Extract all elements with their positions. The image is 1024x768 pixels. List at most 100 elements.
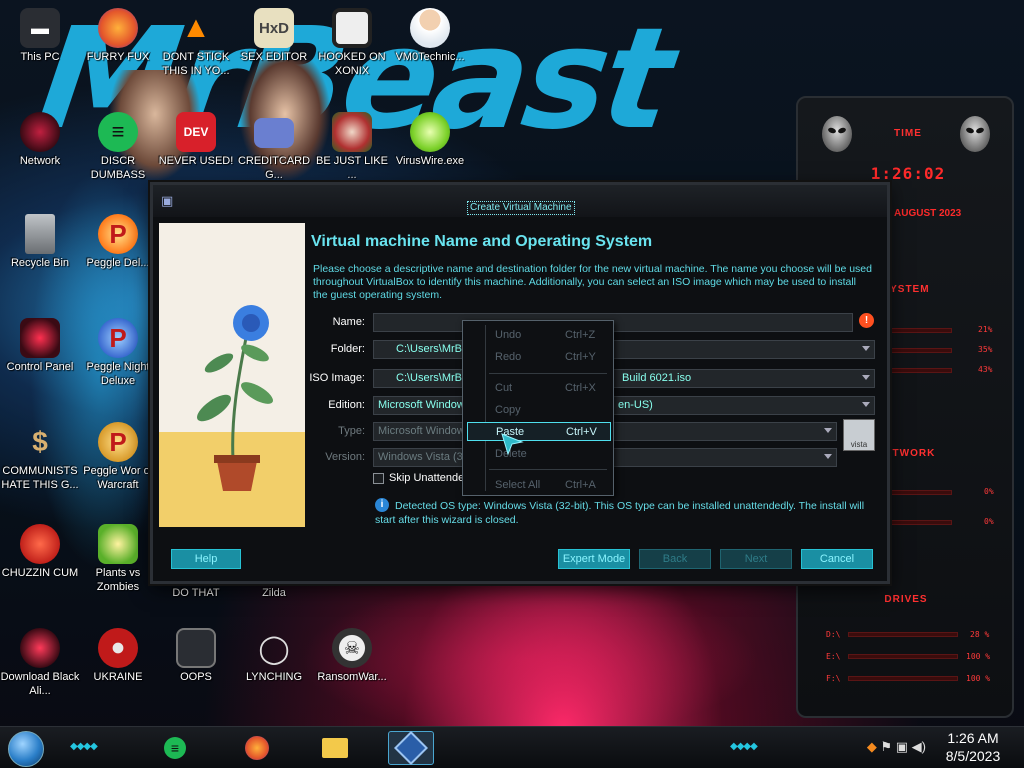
spotify-icon: ≡ <box>98 112 138 152</box>
wizard-illustration <box>159 223 305 527</box>
volume-icon[interactable]: ◀) <box>912 739 926 754</box>
network-tray-icon[interactable]: ▣ <box>896 739 908 754</box>
desktop-icon-ukraine[interactable]: UKRAINE <box>78 628 158 684</box>
virtualbox-icon: ▣ <box>161 193 174 208</box>
desktop-icon-recycle-bin[interactable]: Recycle Bin <box>0 214 80 270</box>
desktop-icon-ransomware[interactable]: ☠ RansomWar... <box>312 628 392 684</box>
desktop-icon-do-that[interactable]: DO THAT <box>156 586 236 600</box>
desktop-icon-peggle-nights[interactable]: P Peggle Night Deluxe <box>78 318 158 388</box>
firefox-icon <box>98 8 138 48</box>
menu-item-delete[interactable]: Delete <box>467 445 611 464</box>
version-value: Windows Vista (32- <box>378 451 473 463</box>
alien-head-icon <box>822 116 852 152</box>
type-label: Type: <box>338 425 365 437</box>
desktop-icon-vm0technic[interactable]: VM0Technic... <box>390 8 470 64</box>
next-button[interactable]: Next <box>720 549 792 569</box>
desktop-icon-viruswire[interactable]: VirusWire.exe <box>390 112 470 168</box>
taskbar-virtualbox[interactable] <box>388 731 434 765</box>
taskbar: ◆◆◆◆ ≡ ◆◆◆◆ ◆ ⚑ ▣ ◀) 1:26 AM 8/5/2023 <box>0 726 1024 768</box>
money-bag-icon: $ <box>32 426 48 457</box>
iso-combo[interactable]: C:\Users\MrBe Build 6021.iso <box>373 369 875 388</box>
desktop-icon-be-just-like[interactable]: BE JUST LIKE ... <box>312 112 392 182</box>
skip-unattended-label[interactable]: Skip Unattende <box>389 472 464 484</box>
network-icon <box>20 112 60 152</box>
desktop-icon-chuzzin[interactable]: CHUZZIN CUM <box>0 524 80 580</box>
menu-separator <box>489 373 607 374</box>
clock-time: 1:26 AM <box>947 730 999 746</box>
drive-letter-d: D:\ <box>826 630 841 639</box>
expert-mode-button[interactable]: Expert Mode <box>558 549 630 569</box>
chevron-down-icon <box>824 454 832 459</box>
peggle-icon: P <box>98 318 138 358</box>
desktop-icon-pvz[interactable]: Plants vs Zombies <box>78 524 158 594</box>
peggle-icon: P <box>98 422 138 462</box>
desktop-icon-network[interactable]: Network <box>0 112 80 168</box>
menu-item-redo[interactable]: Redo Ctrl+Y <box>467 348 611 367</box>
desktop-icon-zilda[interactable]: Zilda <box>234 586 314 600</box>
desktop-icon-communists[interactable]: $ COMMUNISTS HATE THIS G... <box>0 422 80 492</box>
desktop-icon-sex-editor[interactable]: HxD SEX EDITOR <box>234 8 314 64</box>
page-description: Please choose a descriptive name and des… <box>313 263 872 301</box>
firefox-icon <box>245 736 269 760</box>
menu-item-undo[interactable]: Undo Ctrl+Z <box>467 326 611 345</box>
menu-item-cut[interactable]: Cut Ctrl+X <box>467 379 611 398</box>
menu-item-paste[interactable]: Paste Ctrl+V <box>467 422 611 441</box>
drive-value-d: 28 % <box>970 630 990 639</box>
desktop-icon-this-pc[interactable]: ▬ This PC <box>0 8 80 64</box>
menu-item-copy[interactable]: Copy <box>467 401 611 420</box>
gadget-time-label: TIME <box>894 128 922 139</box>
folder-label: Folder: <box>330 343 365 355</box>
chevron-down-icon <box>824 428 832 433</box>
desktop-icon-furry-fux[interactable]: FURRY FUX <box>78 8 158 64</box>
desktop-icon-lynching[interactable]: ◯ LYNCHING <box>234 628 314 684</box>
iso-value-left: C:\Users\MrBe <box>396 372 469 384</box>
devcpp-icon: DEV <box>176 112 216 152</box>
oops-icon <box>176 628 216 668</box>
iso-value-right: Build 6021.iso <box>622 372 692 384</box>
system-tray: ◆ ⚑ ▣ ◀) <box>867 739 926 755</box>
clock-date: 8/5/2023 <box>945 748 1001 764</box>
help-button[interactable]: Help <box>171 549 241 569</box>
gadget-drives-label: DRIVES <box>884 594 928 605</box>
edition-combo[interactable]: Microsoft Windows en-US) <box>373 396 875 415</box>
desktop-icon-hooked-on-xonix[interactable]: HOOKED ON XONIX <box>312 8 392 78</box>
pc-icon: ▬ <box>20 8 60 48</box>
app-tray-icon[interactable]: ◆ <box>867 739 877 754</box>
xonix-icon <box>332 8 372 48</box>
system-value-2: 35% <box>978 345 993 354</box>
radiation-icon <box>98 628 138 668</box>
hxd-icon: HxD <box>254 8 294 48</box>
drive-bar-e <box>848 654 958 659</box>
system-value-1: 21% <box>978 325 993 334</box>
desktop-icon-control-panel[interactable]: Control Panel <box>0 318 80 374</box>
clock[interactable]: 1:26 AM 8/5/2023 <box>930 729 1016 765</box>
drive-value-e: 100 % <box>966 652 991 661</box>
desktop-icon-download-black[interactable]: Download Black Ali... <box>0 628 80 698</box>
menu-item-select-all[interactable]: Select All Ctrl+A <box>467 476 611 495</box>
skip-unattended-checkbox[interactable] <box>373 473 384 484</box>
desktop-icon-creditcard[interactable]: CREDITCARD G... <box>234 112 314 182</box>
taskbar-firefox[interactable] <box>234 731 280 765</box>
dialog-titlebar[interactable]: ▣ Create Virtual Machine <box>153 185 887 217</box>
drive-letter-e: E:\ <box>826 652 841 661</box>
taskbar-spotify[interactable]: ≡ <box>152 731 198 765</box>
edition-value-left: Microsoft Windows <box>378 399 471 411</box>
start-button[interactable] <box>8 731 44 767</box>
name-label: Name: <box>332 316 365 328</box>
desktop-icon-discr-dumbass[interactable]: ≡ DISCR DUMBASS <box>78 112 158 182</box>
pvz-icon <box>98 524 138 564</box>
version-label: Version: <box>325 451 365 463</box>
desktop-icon-peggle-wow[interactable]: P Peggle Wor of Warcraft <box>78 422 158 492</box>
folder-combo[interactable]: C:\Users\MrBe <box>373 340 875 359</box>
mouse-cursor-icon <box>501 433 524 456</box>
taskbar-file-explorer[interactable] <box>312 731 358 765</box>
drive-value-f: 100 % <box>966 674 991 683</box>
desktop-icon-never-used[interactable]: DEV NEVER USED! <box>156 112 236 168</box>
back-button[interactable]: Back <box>639 549 711 569</box>
desktop-icon-peggle-deluxe[interactable]: P Peggle Del... <box>78 214 158 270</box>
flag-icon[interactable]: ⚑ <box>880 739 892 754</box>
desktop-icon-dont-stick[interactable]: ▲ DONT STICK THIS IN YO... <box>156 8 236 78</box>
gadget-time: 1:26:02 <box>870 164 946 183</box>
desktop-icon-oops[interactable]: OOPS <box>156 628 236 684</box>
cancel-button[interactable]: Cancel <box>801 549 873 569</box>
